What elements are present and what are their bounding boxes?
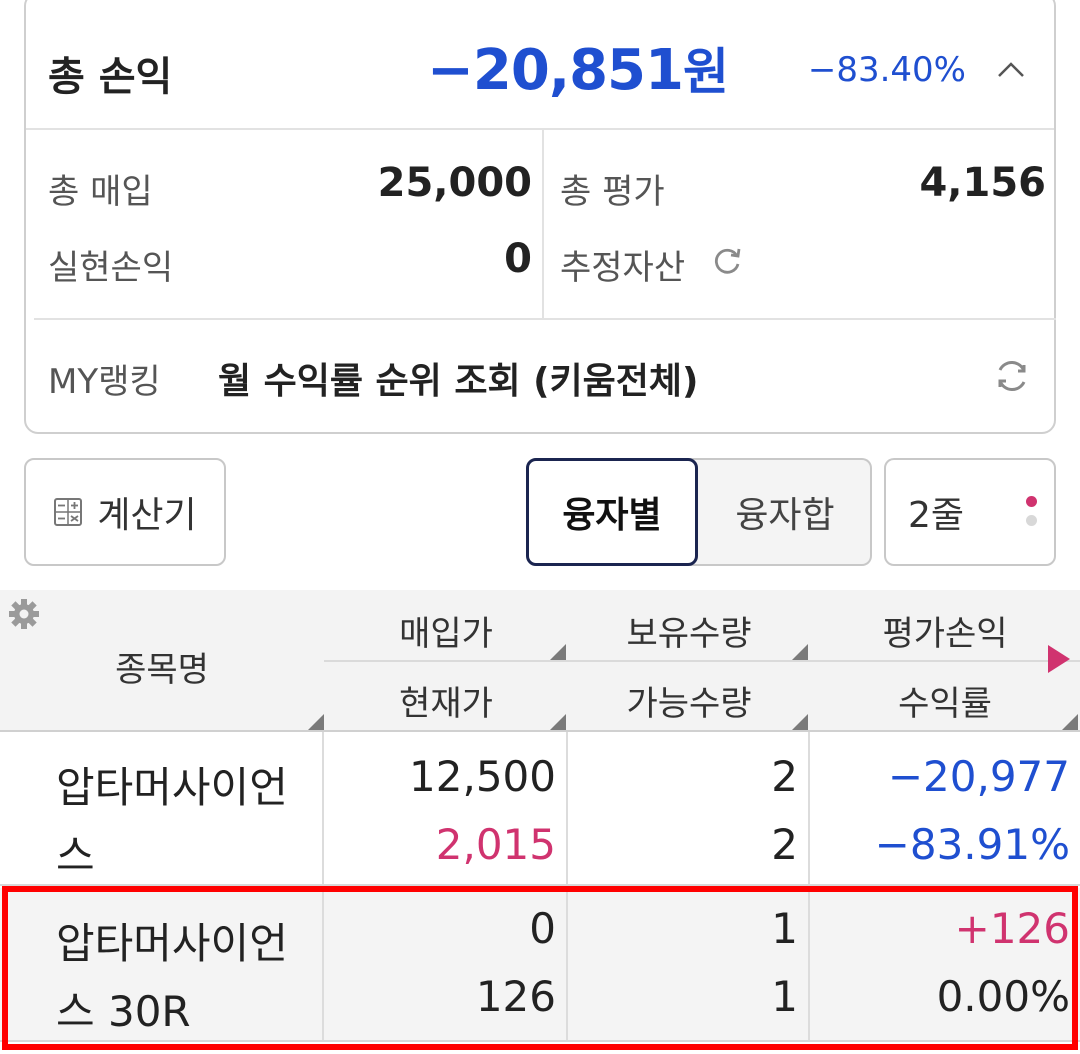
summary-card: 총 손익 −20,851원 −83.40% 총 매입 25,000 총 평가 4…: [24, 0, 1056, 434]
buy-price: 0: [529, 904, 556, 953]
header-eval-pl[interactable]: 평가손익: [810, 606, 1080, 655]
header-return-rate[interactable]: 수익률: [810, 676, 1080, 725]
loan-view-toggle: 융자별 융자합: [526, 458, 872, 566]
header-stock-name[interactable]: 종목명: [0, 642, 324, 691]
eval-pl: −20,977: [887, 752, 1070, 801]
more-dots-icon: [1026, 496, 1038, 532]
by-loan-tab[interactable]: 융자별: [526, 458, 698, 566]
scroll-right-arrow-icon[interactable]: [1048, 645, 1070, 673]
total-pl-row[interactable]: 총 손익 −20,851원 −83.40%: [26, 2, 1054, 130]
available-qty: 2: [771, 820, 798, 869]
holdings-table-header: 종목명 매입가 현재가 보유수량 가능수량 평가손익 수익률: [0, 590, 1080, 732]
sort-corner-indicator: [550, 714, 566, 730]
table-row[interactable]: 압타머사이언스 12,500 2,015 2 2 −20,977 −83.91%: [0, 732, 1080, 886]
total-eval-label: 총 평가: [560, 172, 665, 212]
sort-corner-indicator: [792, 714, 808, 730]
summary-grid: 총 매입 25,000 총 평가 4,156 실현손익 0 추정자산: [26, 130, 1054, 318]
sort-corner-indicator: [1062, 714, 1078, 730]
my-ranking-label: MY랭킹: [48, 362, 161, 402]
calculator-button[interactable]: 계산기: [24, 458, 226, 566]
account-balance-screen: 총 손익 −20,851원 −83.40% 총 매입 25,000 총 평가 4…: [0, 0, 1080, 1054]
buy-price: 12,500: [409, 752, 556, 801]
total-purchase-label: 총 매입: [48, 172, 153, 212]
refresh-icon[interactable]: [710, 244, 744, 278]
table-row[interactable]: 압타머사이언스 30R 0 126 1 1 +126 0.00%: [0, 888, 1080, 1042]
total-pl-rate: −83.40%: [807, 50, 966, 90]
sort-corner-indicator: [550, 644, 566, 660]
monthly-return-ranking-link[interactable]: 월 수익률 순위 조회 (키움전체): [218, 352, 698, 404]
stock-name[interactable]: 압타머사이언스 30R: [56, 910, 316, 1046]
holding-qty: 1: [771, 904, 798, 953]
stock-name[interactable]: 압타머사이언스: [56, 754, 316, 890]
header-current-price[interactable]: 현재가: [324, 676, 568, 725]
calculator-icon: [54, 498, 83, 526]
total-pl-label: 총 손익: [48, 54, 173, 100]
header-row-divider: [324, 660, 1080, 662]
sort-corner-indicator: [792, 644, 808, 660]
grid-divider: [542, 130, 544, 318]
sort-corner-indicator: [308, 714, 324, 730]
header-available-qty[interactable]: 가능수량: [568, 676, 810, 725]
realized-pl-value: 0: [504, 236, 532, 282]
calculator-label: 계산기: [97, 495, 197, 536]
return-rate: −83.91%: [874, 820, 1070, 869]
total-pl-amount: −20,851원: [426, 38, 729, 103]
two-line-label: 2줄: [908, 495, 965, 536]
return-rate: 0.00%: [936, 972, 1070, 1021]
eval-pl: +126: [954, 904, 1070, 953]
available-qty: 1: [771, 972, 798, 1021]
estimated-asset-label: 추정자산: [560, 248, 686, 288]
total-purchase-value: 25,000: [377, 160, 532, 206]
ranking-refresh-icon[interactable]: [992, 356, 1032, 396]
realized-pl-label: 실현손익: [48, 248, 174, 288]
two-line-view-button[interactable]: 2줄: [884, 458, 1056, 566]
total-eval-value: 4,156: [919, 160, 1046, 206]
current-price: 2,015: [435, 820, 556, 869]
holding-qty: 2: [771, 752, 798, 801]
current-price: 126: [475, 972, 556, 1021]
header-buy-price[interactable]: 매입가: [324, 606, 568, 655]
settings-gear-icon[interactable]: [6, 596, 42, 632]
currency-unit: 원: [683, 43, 729, 101]
loan-sum-tab[interactable]: 융자합: [690, 458, 872, 566]
chevron-up-icon[interactable]: [996, 56, 1026, 86]
my-ranking-row[interactable]: MY랭킹 월 수익률 순위 조회 (키움전체): [34, 318, 1056, 430]
header-holding-qty[interactable]: 보유수량: [568, 606, 810, 655]
